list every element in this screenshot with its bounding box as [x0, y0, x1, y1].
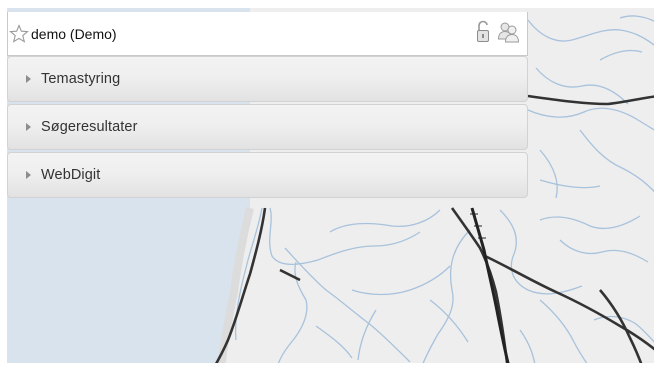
- expand-arrow-icon: [26, 171, 31, 179]
- map-frame-top: [0, 0, 660, 8]
- panel-header: demo (Demo): [7, 12, 528, 56]
- section-label: Temastyring: [41, 71, 121, 87]
- user-label: demo (Demo): [31, 25, 117, 42]
- section-label: Søgeresultater: [41, 119, 138, 135]
- star-icon[interactable]: [8, 23, 30, 45]
- layer-panel: demo (Demo) Temastyring Søgeresultater W…: [7, 12, 528, 200]
- section-sogeresultater[interactable]: Søgeresultater: [7, 104, 528, 150]
- section-temastyring[interactable]: Temastyring: [7, 56, 528, 102]
- header-icons: [475, 20, 521, 49]
- lock-icon[interactable]: [475, 20, 491, 49]
- expand-arrow-icon: [26, 123, 31, 131]
- section-label: WebDigit: [41, 167, 101, 183]
- expand-arrow-icon: [26, 75, 31, 83]
- map-frame-left: [0, 0, 7, 371]
- map-frame-right: [654, 0, 660, 371]
- map-frame-bottom: [0, 363, 660, 371]
- section-webdigit[interactable]: WebDigit: [7, 152, 528, 198]
- users-icon[interactable]: [497, 20, 521, 49]
